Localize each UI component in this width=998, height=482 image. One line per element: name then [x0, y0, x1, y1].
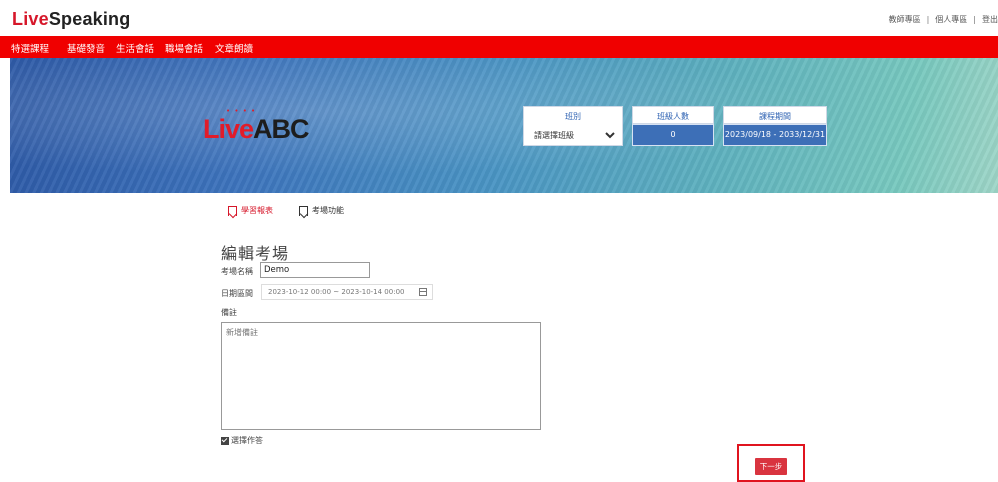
period-value: 2023/09/18 - 2033/12/31 — [723, 124, 827, 146]
students-card: 班級人數 — [632, 106, 714, 124]
next-button[interactable]: 下一步 — [755, 458, 787, 475]
note-label: 備註 — [221, 308, 237, 317]
logout-link[interactable]: 登出 — [982, 14, 998, 25]
nav-item-daily-conversation[interactable]: 生活會話 — [116, 41, 154, 55]
date-label: 日期區間 — [221, 289, 253, 298]
brand-logo[interactable]: LiveSpeaking — [12, 9, 130, 30]
brand-suffix: Speaking — [48, 9, 131, 29]
date-range-input[interactable]: 2023-10-12 00:00 ~ 2023-10-14 00:00 — [261, 284, 433, 300]
calendar-icon[interactable] — [419, 288, 427, 296]
checkbox[interactable] — [221, 436, 229, 445]
tab-label: 學習報表 — [241, 206, 273, 215]
liveabc-logo: LiveABC — [203, 114, 310, 145]
bookmark-icon — [299, 205, 308, 216]
nav-item-pronunciation[interactable]: 基礎發音 — [67, 41, 105, 55]
tab-learning-report[interactable]: 學習報表 — [228, 205, 273, 216]
tab-exam-function[interactable]: 考場功能 — [299, 205, 344, 216]
tab-label: 考場功能 — [312, 206, 344, 215]
logo-live: Live — [203, 114, 254, 144]
period-label: 課程期間 — [759, 112, 791, 121]
logo-abc: ABC — [253, 114, 309, 144]
top-links: 教師專區 | 個人專區 | 登出 — [889, 14, 998, 25]
exam-name-input[interactable] — [260, 262, 370, 278]
class-select[interactable]: 請選擇班級 — [530, 128, 618, 143]
page-title: 編輯考場 — [221, 244, 290, 263]
personal-area-link[interactable]: 個人專區 — [935, 14, 967, 25]
checkbox-label: 選擇作答 — [231, 436, 263, 445]
banner: • • • • LiveABC 班別 請選擇班級 班級人數 0 課程期間 202… — [10, 58, 998, 193]
teacher-area-link[interactable]: 教師專區 — [889, 14, 921, 25]
top-bar: LiveSpeaking 教師專區 | 個人專區 | 登出 — [0, 0, 998, 36]
note-textarea[interactable] — [221, 322, 541, 430]
nav-item-featured[interactable]: 特選課程 — [11, 41, 49, 55]
period-card: 課程期間 — [723, 106, 827, 124]
students-label: 班級人數 — [657, 112, 689, 121]
class-label: 班別 — [565, 112, 581, 121]
class-card: 班別 請選擇班級 — [523, 106, 623, 146]
nav-item-article-reading[interactable]: 文章朗讀 — [215, 41, 253, 55]
brand-prefix: Live — [12, 9, 49, 29]
students-value: 0 — [632, 124, 714, 146]
nav-item-workplace-conversation[interactable]: 職場會話 — [165, 41, 203, 55]
separator: | — [926, 15, 930, 24]
bookmark-icon — [228, 205, 237, 216]
name-label: 考場名稱 — [221, 267, 253, 276]
choose-answer-checkbox-row[interactable]: 選擇作答 — [221, 435, 263, 446]
separator: | — [973, 15, 976, 24]
main-nav: 特選課程 基礎發音 生活會話 職場會話 文章朗讀 — [0, 36, 998, 58]
next-button-highlight: 下一步 — [737, 444, 805, 482]
